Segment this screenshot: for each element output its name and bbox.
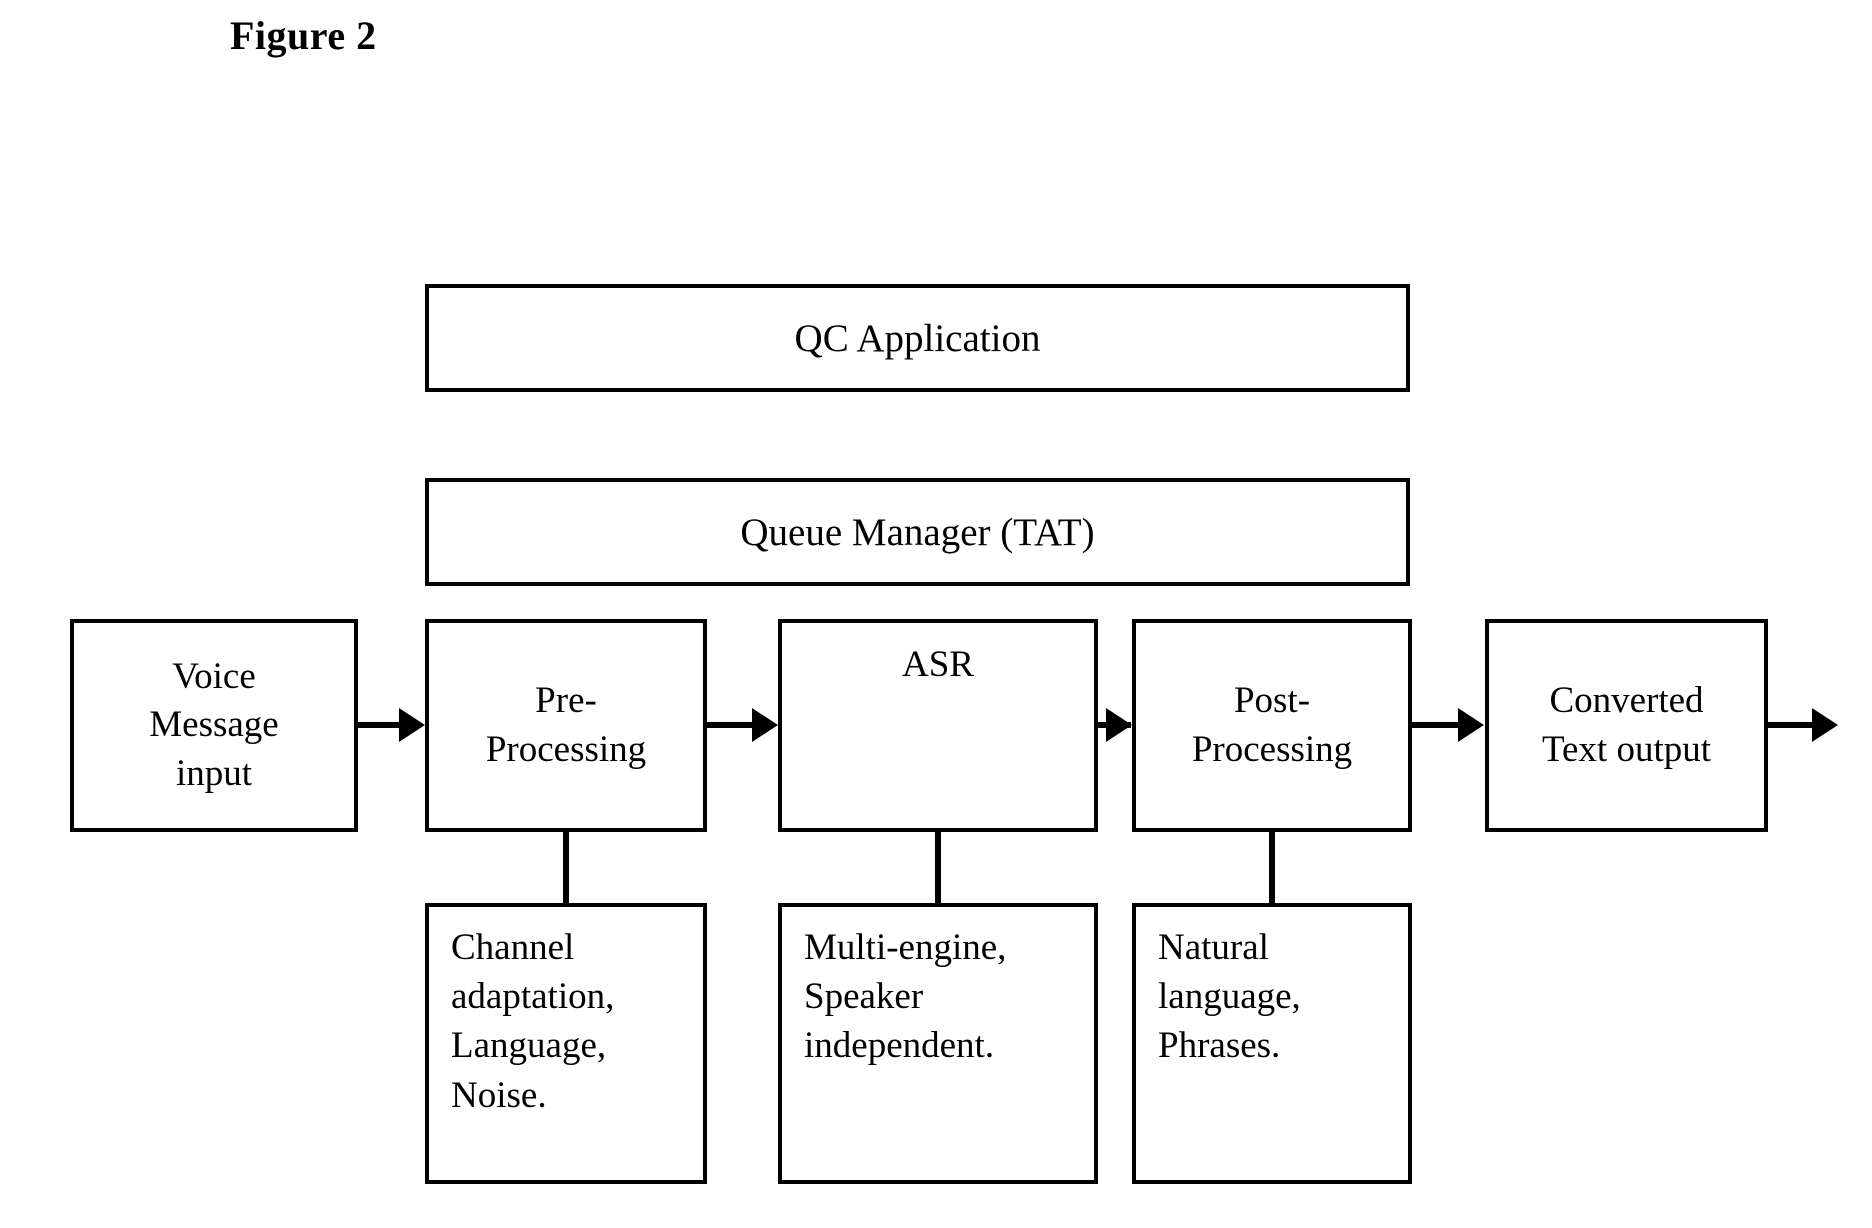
converted-text-output-line-2: Text output bbox=[1541, 728, 1712, 770]
qc-application-label: QC Application bbox=[794, 316, 1041, 360]
post-processing-line-2: Processing bbox=[1191, 728, 1353, 770]
box-post-processing-details: Natural language, Phrases. bbox=[1132, 903, 1412, 1184]
pre-processing-details-line-3: Language, bbox=[451, 1025, 607, 1067]
box-converted-text-output: Converted Text output bbox=[1485, 619, 1768, 832]
figure-title: Figure 2 bbox=[230, 13, 377, 58]
post-processing-line-1: Post- bbox=[1233, 680, 1311, 722]
connector-pre-to-asr bbox=[707, 722, 752, 728]
connector-output-exit bbox=[1768, 722, 1816, 728]
pre-processing-details-label: Channel adaptation, Language, Noise. bbox=[429, 907, 703, 1120]
figure-canvas: Figure 2 QC Application Queue Manager (T… bbox=[0, 0, 1872, 1228]
asr-details-line-2: Speaker bbox=[804, 976, 924, 1018]
voice-message-input-line-3: input bbox=[175, 752, 253, 794]
voice-message-input-label: Voice Message input bbox=[74, 653, 354, 797]
asr-label: ASR bbox=[782, 623, 1094, 689]
asr-details-line-1: Multi-engine, bbox=[804, 927, 1007, 968]
arrowhead-voice-to-pre bbox=[399, 708, 425, 742]
box-pre-processing: Pre- Processing bbox=[425, 619, 707, 832]
converted-text-output-label: Converted Text output bbox=[1489, 677, 1764, 773]
arrowhead-pre-to-asr bbox=[752, 708, 778, 742]
converted-text-output-line-1: Converted bbox=[1549, 680, 1704, 722]
asr-details-label: Multi-engine, Speaker independent. bbox=[782, 907, 1094, 1071]
arrowhead-output-exit bbox=[1812, 708, 1838, 742]
box-qc-application: QC Application bbox=[425, 284, 1410, 392]
connector-post-to-output bbox=[1412, 722, 1460, 728]
box-queue-manager: Queue Manager (TAT) bbox=[425, 478, 1410, 586]
pre-processing-details-line-2: adaptation, bbox=[451, 976, 615, 1018]
queue-manager-label: Queue Manager (TAT) bbox=[740, 510, 1095, 554]
box-pre-processing-details: Channel adaptation, Language, Noise. bbox=[425, 903, 707, 1184]
connector-pre-to-details bbox=[563, 832, 569, 903]
post-processing-details-label: Natural language, Phrases. bbox=[1136, 907, 1408, 1071]
pre-processing-label: Pre- Processing bbox=[429, 677, 703, 773]
pre-processing-details-line-1: Channel bbox=[451, 927, 575, 968]
box-asr-details: Multi-engine, Speaker independent. bbox=[778, 903, 1098, 1184]
arrowhead-asr-to-post bbox=[1106, 708, 1132, 742]
pre-processing-details-line-4: Noise. bbox=[451, 1074, 547, 1116]
box-asr: ASR bbox=[778, 619, 1098, 832]
asr-line-1: ASR bbox=[902, 644, 974, 685]
connector-voice-to-pre bbox=[358, 722, 403, 728]
asr-details-line-3: independent. bbox=[804, 1025, 995, 1067]
post-processing-details-line-1: Natural bbox=[1158, 927, 1269, 968]
arrowhead-post-to-output bbox=[1458, 708, 1484, 742]
connector-asr-to-details bbox=[935, 832, 941, 903]
box-voice-message-input: Voice Message input bbox=[70, 619, 358, 832]
post-processing-details-line-2: language, bbox=[1158, 976, 1301, 1018]
voice-message-input-line-1: Voice bbox=[172, 656, 256, 698]
connector-post-to-details bbox=[1269, 832, 1275, 903]
post-processing-label: Post- Processing bbox=[1136, 677, 1408, 773]
post-processing-details-line-3: Phrases. bbox=[1158, 1025, 1281, 1067]
box-post-processing: Post- Processing bbox=[1132, 619, 1412, 832]
pre-processing-line-2: Processing bbox=[485, 728, 647, 770]
voice-message-input-line-2: Message bbox=[149, 704, 279, 746]
pre-processing-line-1: Pre- bbox=[535, 680, 597, 722]
